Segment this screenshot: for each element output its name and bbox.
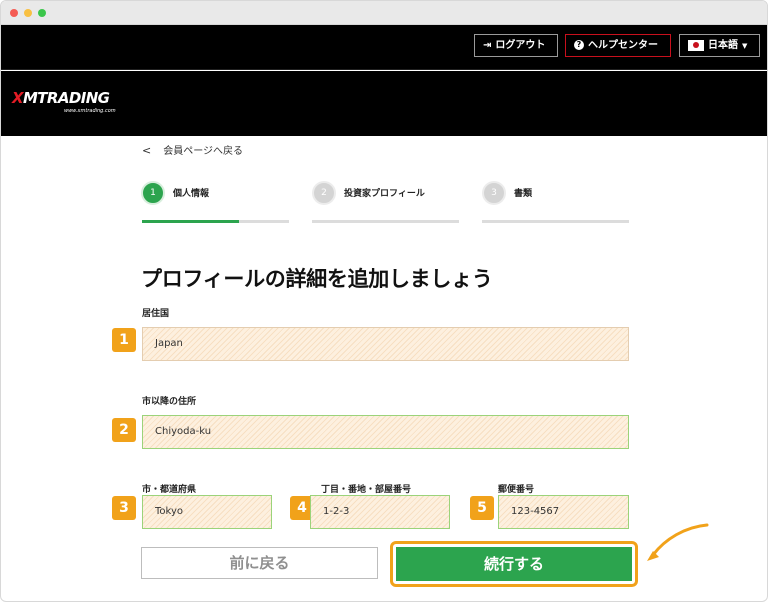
logout-button[interactable]: ⇥ ログアウト [474, 34, 558, 57]
step-number: 2 [312, 181, 336, 205]
logo-url: www.xmtrading.com [64, 108, 116, 114]
window-titlebar [1, 1, 767, 25]
annotation-badge-5: 5 [470, 496, 494, 520]
browser-window: ⇥ ログアウト ? ヘルプセンター 日本語 ▼ XMTRADING www.xmtra… [0, 0, 768, 602]
step2-progress-track [312, 220, 459, 223]
step3-progress-track [482, 220, 629, 223]
help-center-label: ヘルプセンター [588, 40, 658, 51]
top-bar: ⇥ ログアウト ? ヘルプセンター 日本語 ▼ [1, 25, 767, 70]
country-field[interactable]: Japan [142, 327, 629, 361]
prefecture-label: 市・都道府県 [142, 485, 197, 495]
language-selector[interactable]: 日本語 ▼ [679, 34, 760, 57]
back-button[interactable]: 前に戻る [141, 547, 378, 579]
pointer-arrow-icon [647, 523, 709, 561]
logout-label: ログアウト [495, 40, 546, 51]
site-header: XMTRADING www.xmtrading.com [1, 71, 767, 136]
language-label: 日本語 [708, 40, 738, 51]
step1-progress-fill [142, 220, 240, 223]
address-label: 市以降の住所 [142, 397, 197, 407]
annotation-badge-2: 2 [112, 418, 136, 442]
step-label: 個人情報 [173, 189, 210, 199]
step-number: 3 [482, 181, 506, 205]
step-number: 1 [141, 181, 165, 205]
postal-label: 郵便番号 [498, 485, 535, 495]
maximize-window-icon[interactable] [38, 9, 46, 17]
question-icon: ? [574, 40, 584, 50]
chevron-left-icon: < [142, 144, 152, 157]
help-center-button[interactable]: ? ヘルプセンター [565, 34, 671, 57]
minimize-window-icon[interactable] [24, 9, 32, 17]
step1-progress-track [142, 220, 289, 223]
annotation-badge-3: 3 [112, 496, 136, 520]
japan-flag-icon [688, 40, 704, 51]
prefecture-field[interactable]: Tokyo [142, 495, 272, 529]
logo-wordmark: XMTRADING [12, 89, 110, 107]
continue-button[interactable]: 続行する [396, 547, 632, 581]
street-field[interactable]: 1-2-3 [310, 495, 450, 529]
page-title: プロフィールの詳細を追加しましょう [141, 267, 493, 291]
back-to-members-link[interactable]: < 会員ページへ戻る [142, 142, 243, 157]
annotation-badge-1: 1 [112, 328, 136, 352]
caret-down-icon: ▼ [742, 42, 748, 50]
postal-field[interactable]: 123-4567 [498, 495, 629, 529]
back-link-label: 会員ページへ戻る [163, 146, 244, 157]
address-field[interactable]: Chiyoda-ku [142, 415, 629, 449]
street-label: 丁目・番地・部屋番号 [321, 485, 412, 495]
country-label: 居住国 [142, 309, 170, 319]
close-window-icon[interactable] [10, 9, 18, 17]
step-label: 投資家プロフィール [344, 189, 425, 199]
logout-icon: ⇥ [483, 40, 492, 51]
step-label: 書類 [514, 189, 533, 199]
xmtrading-logo[interactable]: XMTRADING www.xmtrading.com [12, 89, 132, 119]
